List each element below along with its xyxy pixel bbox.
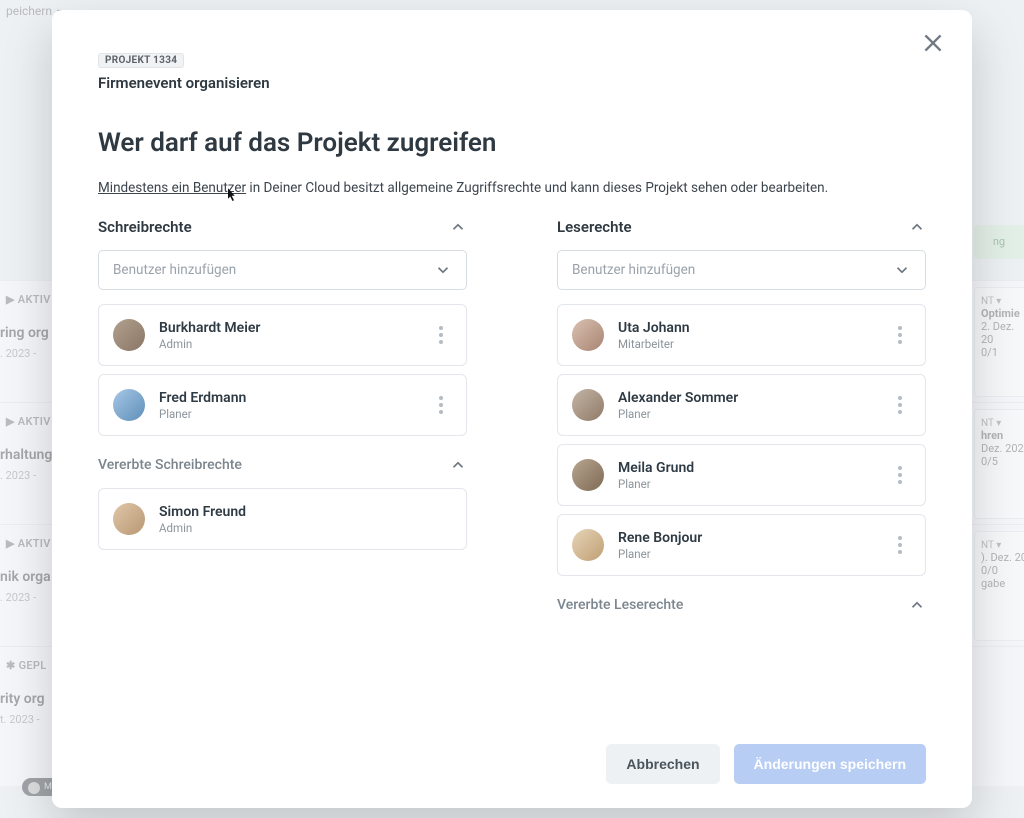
info-rest: in Deiner Cloud besitzt allgemeine Zugri… bbox=[246, 180, 828, 196]
user-card: Rene Bonjour Planer bbox=[557, 514, 926, 576]
read-title: Leserechte bbox=[557, 218, 632, 236]
user-card: Burkhardt Meier Admin bbox=[98, 304, 467, 366]
user-name: Burkhardt Meier bbox=[159, 320, 416, 336]
project-access-modal: PROJEKT 1334 Firmenevent organisieren We… bbox=[52, 10, 972, 808]
write-permissions-column: Schreibrechte Benutzer hinzufügen Burkha… bbox=[98, 218, 467, 784]
user-card: Alexander Sommer Planer bbox=[557, 374, 926, 436]
user-name: Rene Bonjour bbox=[618, 530, 875, 546]
write-header[interactable]: Schreibrechte bbox=[98, 218, 467, 236]
user-card: Simon Freund Admin bbox=[98, 488, 467, 550]
user-name: Alexander Sommer bbox=[618, 390, 875, 406]
write-add-placeholder: Benutzer hinzufügen bbox=[113, 262, 236, 278]
avatar bbox=[113, 319, 145, 351]
read-header[interactable]: Leserechte bbox=[557, 218, 926, 236]
read-permissions-column: Leserechte Benutzer hinzufügen Uta Johan… bbox=[557, 218, 926, 784]
user-role: Planer bbox=[618, 407, 875, 421]
user-role: Admin bbox=[159, 521, 452, 535]
user-card: Fred Erdmann Planer bbox=[98, 374, 467, 436]
user-menu-button[interactable] bbox=[889, 390, 911, 420]
user-menu-button[interactable] bbox=[889, 530, 911, 560]
user-role: Planer bbox=[159, 407, 416, 421]
write-title: Schreibrechte bbox=[98, 218, 192, 236]
chevron-up-icon bbox=[908, 218, 926, 236]
user-menu-button[interactable] bbox=[430, 390, 452, 420]
read-add-placeholder: Benutzer hinzufügen bbox=[572, 262, 695, 278]
user-role: Mitarbeiter bbox=[618, 337, 875, 351]
inherited-write-title: Vererbte Schreibrechte bbox=[98, 457, 242, 473]
user-menu-button[interactable] bbox=[889, 460, 911, 490]
user-role: Planer bbox=[618, 547, 875, 561]
avatar bbox=[572, 389, 604, 421]
write-add-user[interactable]: Benutzer hinzufügen bbox=[98, 250, 467, 290]
close-icon bbox=[920, 30, 946, 56]
user-menu-button[interactable] bbox=[889, 320, 911, 350]
user-name: Uta Johann bbox=[618, 320, 875, 336]
user-card: Meila Grund Planer bbox=[557, 444, 926, 506]
avatar bbox=[113, 503, 145, 535]
user-card: Uta Johann Mitarbeiter bbox=[557, 304, 926, 366]
user-menu-button[interactable] bbox=[430, 320, 452, 350]
user-role: Planer bbox=[618, 477, 875, 491]
avatar bbox=[572, 459, 604, 491]
modal-heading: Wer darf auf das Projekt zugreifen bbox=[98, 128, 926, 158]
user-name: Meila Grund bbox=[618, 460, 875, 476]
user-name: Simon Freund bbox=[159, 504, 452, 520]
user-name: Fred Erdmann bbox=[159, 390, 416, 406]
chevron-up-icon bbox=[449, 456, 467, 474]
project-title: Firmenevent organisieren bbox=[98, 74, 926, 92]
chevron-up-icon bbox=[449, 218, 467, 236]
avatar bbox=[113, 389, 145, 421]
inherited-read-title: Vererbte Leserechte bbox=[557, 597, 683, 613]
info-link[interactable]: Mindestens ein Benutzer bbox=[98, 180, 246, 196]
user-role: Admin bbox=[159, 337, 416, 351]
chevron-down-icon bbox=[893, 261, 911, 279]
read-add-user[interactable]: Benutzer hinzufügen bbox=[557, 250, 926, 290]
avatar bbox=[572, 529, 604, 561]
save-button[interactable]: Änderungen speichern bbox=[734, 744, 926, 784]
project-badge: PROJEKT 1334 bbox=[98, 53, 184, 68]
inherited-write-header[interactable]: Vererbte Schreibrechte bbox=[98, 456, 467, 474]
avatar bbox=[572, 319, 604, 351]
close-button[interactable] bbox=[920, 30, 950, 60]
inherited-read-header[interactable]: Vererbte Leserechte bbox=[557, 596, 926, 614]
cancel-button[interactable]: Abbrechen bbox=[606, 744, 719, 784]
chevron-up-icon bbox=[908, 596, 926, 614]
modal-footer: Abbrechen Änderungen speichern bbox=[606, 744, 926, 784]
chevron-down-icon bbox=[434, 261, 452, 279]
info-text: Mindestens ein Benutzer in Deiner Cloud … bbox=[98, 180, 926, 196]
